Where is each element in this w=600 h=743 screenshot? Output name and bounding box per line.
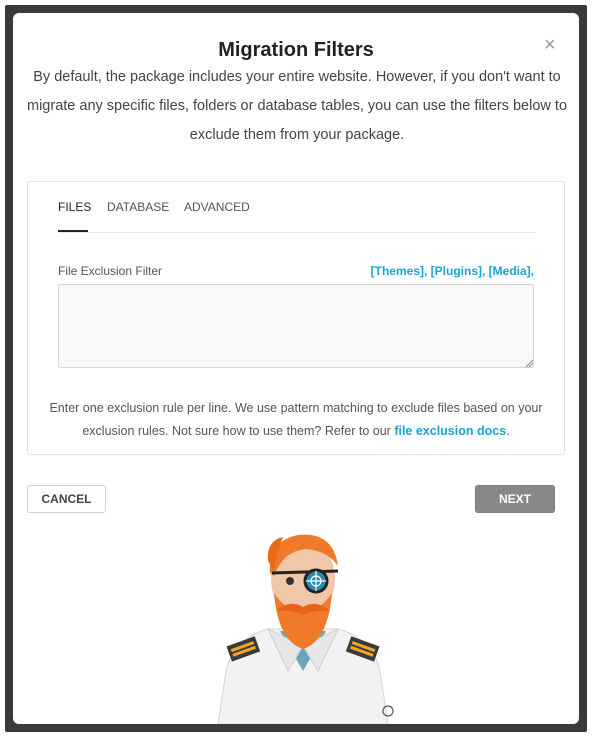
media-link[interactable]: [Media] [489,264,531,278]
next-button[interactable]: NEXT [475,485,555,513]
help-text-end: . [506,424,510,438]
help-text: Enter one exclusion rule per line. We us… [48,397,544,443]
filter-panel: FILES DATABASE ADVANCED File Exclusion F… [27,181,565,455]
tab-bar: FILES DATABASE ADVANCED [58,182,535,233]
file-exclusion-textarea[interactable] [58,284,534,368]
file-exclusion-filter-label: File Exclusion Filter [58,264,163,278]
file-exclusion-docs-link[interactable]: file exclusion docs [394,424,506,438]
migration-filters-modal: Migration Filters × By default, the pack… [13,13,579,724]
themes-link[interactable]: [Themes] [371,264,424,278]
intro-text: By default, the package includes your en… [27,69,568,143]
modal-title: Migration Filters [218,39,374,61]
close-icon[interactable]: × [544,35,556,55]
active-tab-indicator [58,230,88,232]
plugins-link[interactable]: [Plugins] [431,264,482,278]
mascot-illustration [217,534,394,724]
tab-advanced[interactable]: ADVANCED [184,200,250,214]
cancel-button[interactable]: CANCEL [27,485,106,513]
tab-files[interactable]: FILES [58,200,91,214]
resize-grip-icon[interactable] [525,359,533,367]
tab-database[interactable]: DATABASE [107,200,169,214]
quick-links: [Themes], [Plugins], [Media], [370,264,534,278]
